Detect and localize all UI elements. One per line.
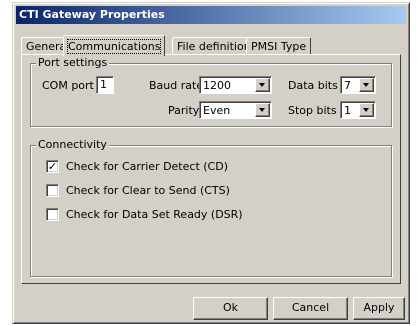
chevron-down-icon xyxy=(363,108,369,112)
checkbox-clear-to-send-label: Check for Clear to Send (CTS) xyxy=(66,184,230,197)
properties-dialog: CTI Gateway Properties General Communica… xyxy=(12,2,410,324)
data-bits-select[interactable]: 7 xyxy=(340,76,376,94)
chevron-down-icon xyxy=(259,83,265,87)
chevron-down-icon xyxy=(259,108,265,112)
tab-pmsi-type[interactable]: PMSI Type xyxy=(246,37,312,55)
stop-bits-select[interactable]: 1 xyxy=(340,101,376,119)
connectivity-label: Connectivity xyxy=(36,138,109,152)
data-bits-value: 7 xyxy=(344,79,351,92)
apply-button[interactable]: Apply xyxy=(353,297,405,320)
com-port-input[interactable]: 1 xyxy=(96,76,114,94)
checkbox-carrier-detect-label: Check for Carrier Detect (CD) xyxy=(66,160,228,173)
baud-rate-value: 1200 xyxy=(203,79,231,92)
checkbox-data-set-ready-label: Check for Data Set Ready (DSR) xyxy=(66,208,243,221)
ok-button[interactable]: Ok xyxy=(193,297,268,320)
data-bits-dropdown-button[interactable] xyxy=(359,78,374,92)
communications-panel: Port settings COM port 1 Baud rate 1200 … xyxy=(21,54,401,284)
parity-label: Parity xyxy=(168,104,200,117)
port-settings-label: Port settings xyxy=(36,56,110,70)
chevron-down-icon xyxy=(363,83,369,87)
dialog-title: CTI Gateway Properties xyxy=(16,6,406,24)
stop-bits-label: Stop bits xyxy=(288,104,337,117)
connectivity-group: Connectivity ✓ Check for Carrier Detect … xyxy=(30,138,392,277)
checkbox-clear-to-send-box[interactable] xyxy=(46,184,59,197)
cancel-button[interactable]: Cancel xyxy=(273,297,348,320)
data-bits-label: Data bits xyxy=(288,79,338,92)
checkbox-data-set-ready-box[interactable] xyxy=(46,208,59,221)
parity-dropdown-button[interactable] xyxy=(255,103,270,117)
baud-rate-select[interactable]: 1200 xyxy=(199,76,272,94)
com-port-label: COM port xyxy=(42,79,94,92)
stop-bits-dropdown-button[interactable] xyxy=(359,103,374,117)
checkbox-carrier-detect-box[interactable]: ✓ xyxy=(46,160,59,173)
baud-rate-label: Baud rate xyxy=(149,79,204,92)
parity-select[interactable]: Even xyxy=(199,101,272,119)
port-settings-group: Port settings COM port 1 Baud rate 1200 … xyxy=(30,56,392,127)
stop-bits-value: 1 xyxy=(344,104,351,117)
parity-value: Even xyxy=(203,104,231,117)
baud-rate-dropdown-button[interactable] xyxy=(255,78,270,92)
tab-communications[interactable]: Communications xyxy=(63,35,166,56)
